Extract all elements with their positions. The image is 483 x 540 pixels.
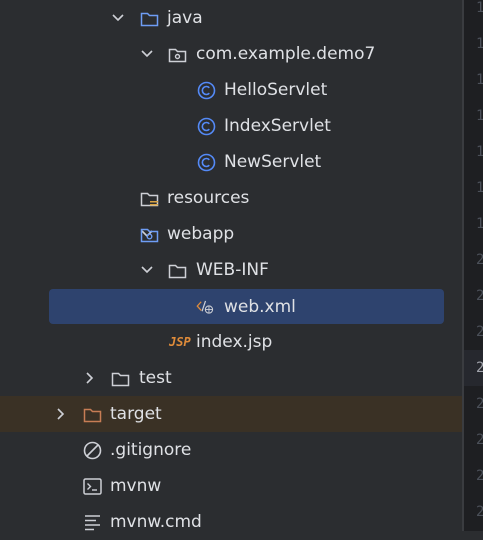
tree-item-label-test[interactable]: test: [139, 360, 172, 396]
resources-folder-icon: [140, 192, 159, 207]
tree-item-label-target[interactable]: target: [110, 396, 162, 432]
tree-item-label-mvnw-cmd[interactable]: mvnw.cmd: [110, 504, 202, 540]
tree-item-label-resources[interactable]: resources: [167, 180, 249, 216]
chevron-down-icon[interactable]: [140, 263, 154, 277]
line-number: 1: [476, 36, 483, 52]
line-number: 1: [476, 72, 483, 88]
web-folder-icon: [140, 228, 159, 243]
line-number: 1: [476, 144, 483, 160]
line-number: 2: [476, 468, 483, 484]
chevron-right-icon[interactable]: [54, 407, 68, 421]
line-number: 1: [476, 216, 483, 232]
tree-item-label-helloservlet[interactable]: HelloServlet: [224, 72, 327, 108]
line-number: 2: [476, 504, 483, 520]
line-number: 1: [476, 108, 483, 124]
left-tool-strip: [0, 0, 30, 531]
tree-item-label-web-xml[interactable]: web.xml: [224, 289, 296, 325]
line-number: 1: [476, 180, 483, 196]
folder-icon: [168, 264, 187, 279]
tree-item-label-indexservlet[interactable]: IndexServlet: [224, 108, 331, 144]
text-file-icon: [85, 515, 100, 531]
tree-item-label-webapp[interactable]: webapp: [167, 216, 234, 252]
tree-row-target-background: [0, 396, 464, 432]
line-number: 2: [476, 324, 483, 340]
chevron-down-icon[interactable]: [111, 11, 125, 25]
line-number: 1: [476, 0, 483, 16]
chevron-down-icon[interactable]: [140, 47, 154, 61]
class-icon: [197, 153, 216, 172]
line-number: 2: [476, 396, 483, 412]
tree-item-label-web-inf[interactable]: WEB-INF: [196, 252, 269, 288]
tree-item-label-package[interactable]: com.example.demo7: [196, 36, 375, 72]
tree-item-label-gitignore[interactable]: .gitignore: [110, 432, 191, 468]
line-number: 2: [476, 432, 483, 448]
class-icon: [197, 81, 216, 100]
class-icon: [197, 117, 216, 136]
tree-item-label-index-jsp[interactable]: index.jsp: [196, 324, 272, 360]
xml-file-icon: [196, 300, 214, 314]
jsp-file-icon: JSP: [169, 335, 191, 349]
package-icon: [168, 48, 187, 63]
ignore-file-icon: [83, 441, 102, 460]
source-folder-icon: [140, 12, 159, 27]
tree-item-label-mvnw[interactable]: mvnw: [110, 468, 161, 504]
folder-icon: [111, 372, 130, 387]
chevron-right-icon[interactable]: [83, 371, 97, 385]
tree-item-label-newservlet[interactable]: NewServlet: [224, 144, 321, 180]
line-number: 2: [476, 252, 483, 268]
editor-line-gutter: 1 1 1 1 1 1 1 2 2 2 2 2 2 2 2: [464, 0, 483, 531]
excluded-folder-icon: [83, 408, 102, 423]
terminal-file-icon: [83, 478, 102, 495]
tree-item-label-java[interactable]: java: [167, 0, 203, 36]
line-number: 2: [476, 288, 483, 304]
line-number: 2: [464, 350, 483, 386]
